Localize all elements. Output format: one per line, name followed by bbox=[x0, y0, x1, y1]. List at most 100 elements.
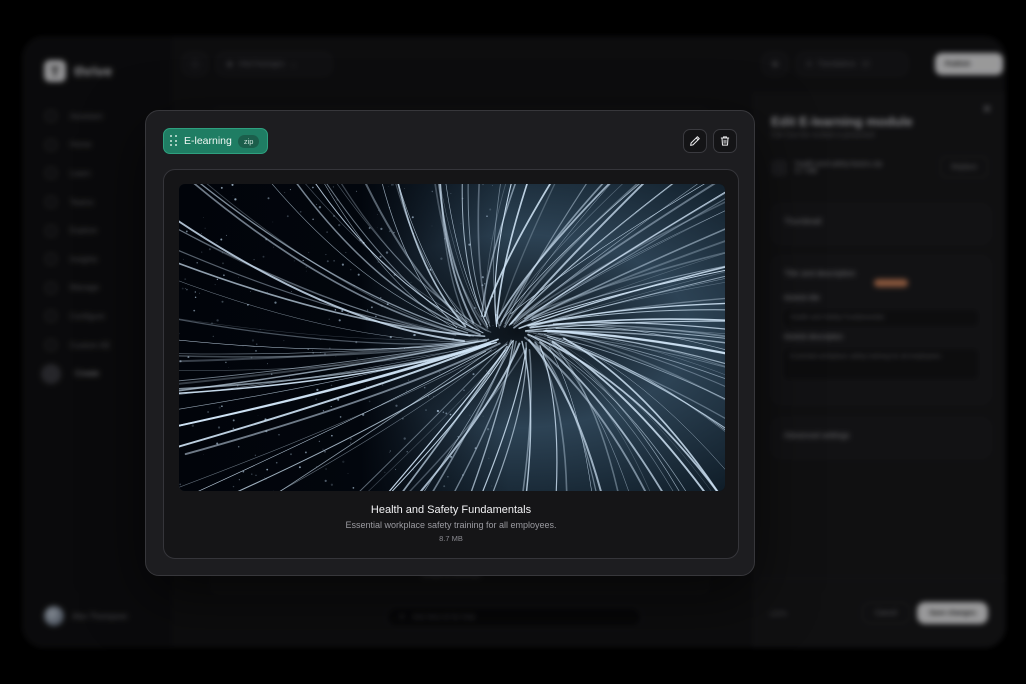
star bbox=[305, 266, 308, 269]
star bbox=[376, 214, 378, 215]
star bbox=[324, 450, 326, 453]
star bbox=[488, 457, 490, 459]
star bbox=[223, 274, 225, 277]
star bbox=[186, 288, 188, 291]
trash-icon bbox=[720, 136, 730, 146]
star bbox=[182, 258, 184, 260]
star bbox=[216, 319, 219, 322]
star bbox=[435, 310, 437, 311]
star bbox=[376, 227, 378, 229]
star bbox=[385, 251, 389, 254]
star bbox=[304, 451, 307, 454]
star bbox=[355, 190, 358, 192]
star bbox=[485, 341, 487, 343]
star bbox=[341, 309, 344, 313]
star bbox=[436, 409, 440, 413]
star bbox=[450, 193, 452, 194]
star bbox=[255, 343, 258, 346]
star bbox=[375, 315, 377, 318]
star bbox=[179, 483, 182, 486]
star bbox=[275, 461, 278, 464]
star bbox=[228, 367, 230, 368]
star bbox=[203, 454, 205, 455]
star bbox=[352, 487, 355, 489]
star bbox=[403, 188, 405, 189]
edit-button[interactable] bbox=[683, 129, 707, 153]
star bbox=[357, 273, 360, 276]
star bbox=[370, 306, 373, 309]
star bbox=[428, 396, 430, 398]
star bbox=[335, 355, 337, 357]
module-file-size: 8.7 MB bbox=[439, 534, 463, 543]
star bbox=[184, 287, 186, 289]
module-preview-card[interactable]: Health and Safety Fundamentals Essential… bbox=[163, 169, 739, 559]
star bbox=[266, 363, 268, 365]
star bbox=[379, 255, 382, 258]
star bbox=[384, 471, 386, 473]
star bbox=[472, 373, 475, 376]
module-type-tag[interactable]: E-learning zip bbox=[163, 128, 269, 154]
star bbox=[407, 379, 409, 381]
star bbox=[221, 405, 223, 408]
star bbox=[330, 384, 333, 387]
star bbox=[392, 184, 394, 186]
star bbox=[442, 411, 445, 413]
star bbox=[316, 204, 317, 205]
star bbox=[216, 241, 218, 243]
star bbox=[302, 260, 304, 262]
file-type-badge: zip bbox=[237, 134, 260, 148]
star bbox=[262, 255, 265, 258]
star bbox=[181, 287, 184, 290]
star bbox=[232, 195, 234, 196]
star bbox=[216, 278, 219, 281]
module-title: Health and Safety Fundamentals bbox=[370, 504, 532, 516]
star bbox=[286, 215, 289, 218]
star bbox=[449, 413, 452, 416]
star bbox=[299, 211, 302, 213]
star bbox=[315, 398, 318, 401]
star bbox=[263, 477, 265, 478]
star bbox=[322, 410, 324, 412]
star bbox=[491, 485, 493, 487]
star bbox=[251, 473, 253, 475]
star bbox=[350, 269, 352, 271]
star bbox=[425, 409, 427, 412]
hyperspace-image bbox=[179, 184, 725, 491]
star bbox=[345, 252, 347, 253]
star bbox=[290, 453, 292, 456]
star bbox=[380, 227, 383, 231]
star bbox=[342, 460, 345, 463]
star bbox=[267, 197, 270, 200]
star bbox=[278, 434, 280, 436]
star bbox=[491, 185, 493, 186]
star bbox=[218, 406, 221, 409]
module-preview-modal: E-learning zip Health and Safety Fundame… bbox=[145, 110, 755, 576]
star bbox=[395, 404, 398, 407]
star bbox=[242, 470, 245, 473]
star bbox=[272, 490, 274, 491]
star bbox=[307, 251, 310, 254]
star bbox=[237, 445, 240, 448]
star bbox=[234, 198, 237, 201]
star bbox=[257, 415, 259, 416]
star bbox=[388, 186, 389, 187]
delete-button[interactable] bbox=[713, 129, 737, 153]
star bbox=[208, 248, 211, 251]
star bbox=[356, 357, 358, 359]
star bbox=[201, 251, 203, 253]
star bbox=[193, 309, 196, 312]
star bbox=[298, 466, 301, 469]
star bbox=[238, 479, 240, 481]
drag-handle-icon[interactable] bbox=[170, 135, 178, 147]
star bbox=[318, 206, 322, 209]
star bbox=[330, 483, 334, 486]
star bbox=[406, 451, 408, 453]
star bbox=[289, 189, 291, 191]
star bbox=[217, 426, 221, 429]
star bbox=[249, 291, 251, 292]
star bbox=[283, 340, 285, 342]
star bbox=[220, 238, 223, 241]
star bbox=[326, 231, 328, 233]
star bbox=[490, 238, 492, 240]
star bbox=[332, 186, 334, 188]
